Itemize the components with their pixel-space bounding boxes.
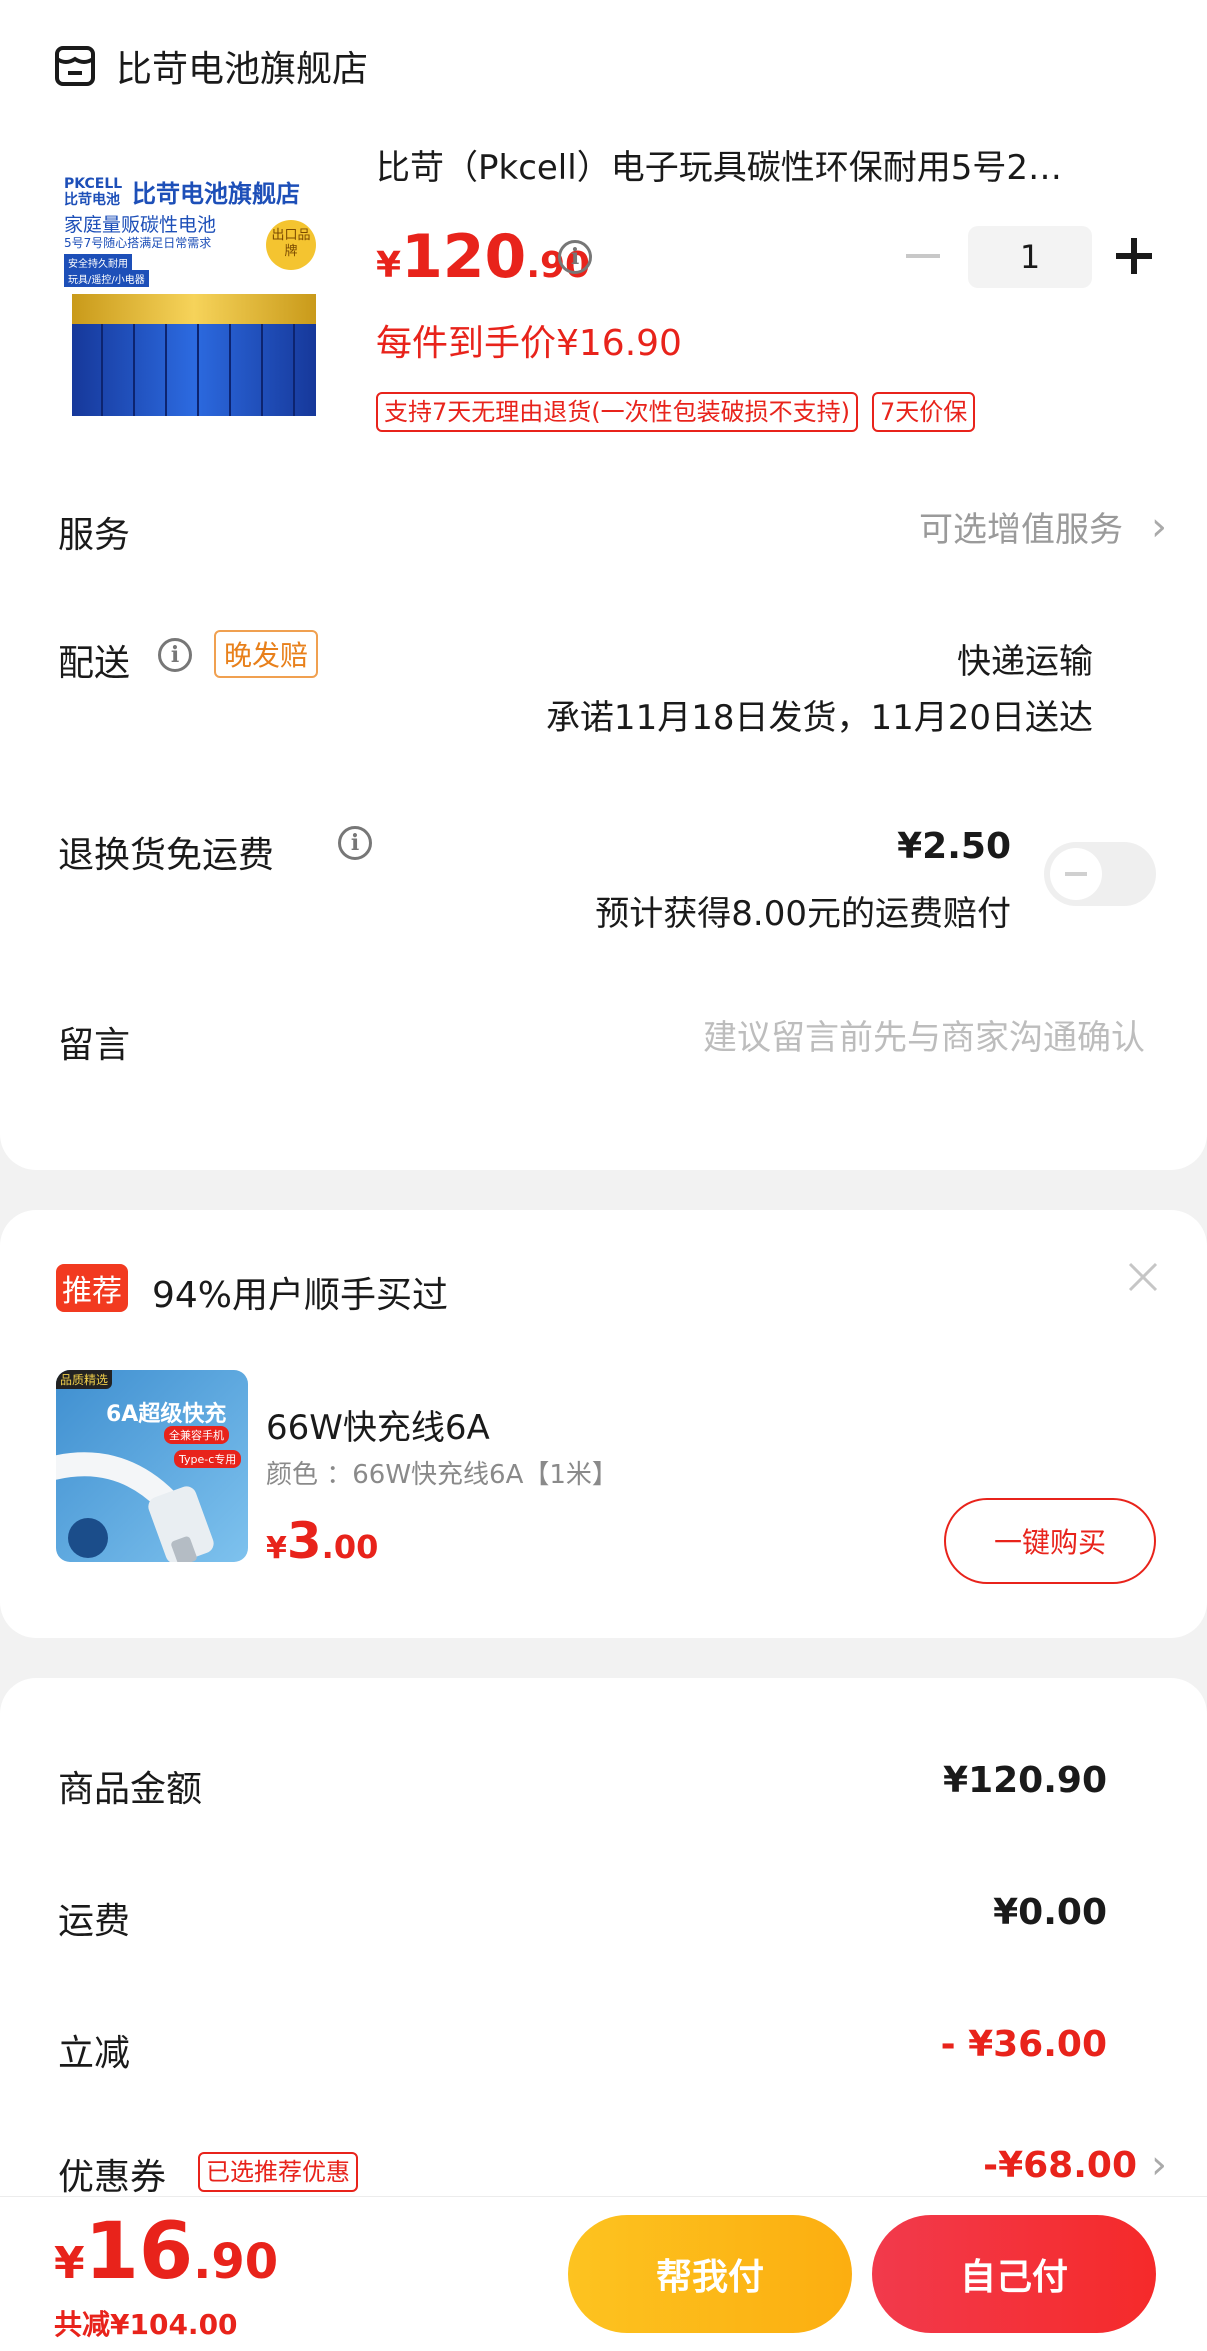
coupon-recommended-tag: 已选推荐优惠: [198, 2152, 358, 2192]
delivery-promise: 承诺11月18日发货，11月20日送达: [545, 698, 1093, 738]
late-compensation-badge: 晚发赔: [214, 630, 319, 678]
image-line2: 5号7号随心搭满足日常需求: [64, 236, 212, 250]
close-icon[interactable]: [1126, 1260, 1160, 1294]
product-tags: 支持7天无理由退货(一次性包装破损不支持) 7天价保: [376, 392, 976, 432]
image-badge: 出口品牌: [266, 220, 316, 270]
coupon-selector[interactable]: -¥68.00 ›: [983, 2142, 1167, 2188]
quantity-input[interactable]: 1: [968, 226, 1092, 288]
message-label: 留言: [58, 1025, 131, 1066]
summary-coupon-value: -¥68.00: [983, 2144, 1137, 2186]
unit-price: 每件到手价¥16.90: [376, 323, 682, 364]
delivery-info-icon[interactable]: i: [158, 638, 192, 672]
summary-shipping-label: 运费: [58, 1901, 131, 1942]
service-selector[interactable]: 可选增值服务 ›: [919, 502, 1167, 551]
cable-illustration: [56, 1452, 214, 1562]
summary-coupon-label: 优惠券: [58, 2157, 167, 2198]
order-card: 比苛电池旗舰店 PKCELL 比苛电池 比苛电池旗舰店 家庭量贩碳性电池 5号7…: [0, 0, 1207, 1170]
store-header[interactable]: 比苛电池旗舰店: [54, 38, 368, 94]
recommend-headline: 94%用户顺手买过: [152, 1275, 449, 1316]
store-icon: [54, 45, 96, 87]
return-shipping-price: ¥2.50: [897, 826, 1011, 867]
return-policy-tag: 支持7天无理由退货(一次性包装破损不支持): [376, 392, 858, 432]
summary-shipping-value: ¥0.00: [993, 1892, 1107, 1933]
return-shipping-label: 退换货免运费: [58, 835, 275, 876]
quantity-plus[interactable]: [1116, 238, 1152, 274]
total-price-symbol: ¥: [54, 2238, 85, 2289]
return-shipping-toggle[interactable]: [1044, 842, 1156, 906]
store-name: 比苛电池旗舰店: [116, 49, 369, 90]
battery-illustration: [62, 284, 324, 420]
recommend-price-dec: .00: [321, 1528, 379, 1566]
total-price: ¥ 16 .90: [54, 2207, 278, 2297]
checkout-bar: ¥ 16 .90 共减¥104.00 帮我付 自己付: [0, 2196, 1207, 2351]
image-quality-tag: 品质精选: [56, 1370, 113, 1389]
total-price-int: 16: [84, 2207, 194, 2297]
recommend-price-int: 3: [286, 1512, 322, 1570]
help-pay-button[interactable]: 帮我付: [568, 2215, 852, 2333]
toggle-knob: [1050, 848, 1102, 900]
service-label: 服务: [58, 515, 131, 556]
return-shipping-info-icon[interactable]: i: [338, 826, 372, 860]
image-title: 比苛电池旗舰店: [132, 180, 300, 208]
quantity-value: 1: [1019, 238, 1041, 276]
self-pay-button[interactable]: 自己付: [872, 2215, 1156, 2333]
return-shipping-note: 预计获得8.00元的运费赔付: [595, 894, 1011, 934]
recommend-price-symbol: ¥: [266, 1531, 287, 1566]
image-tag1: 安全持久耐用: [64, 254, 132, 271]
chevron-right-icon: ›: [1151, 2142, 1167, 2188]
image-fast-charge: 6A超级快充: [106, 1402, 227, 1427]
total-price-dec: .90: [193, 2234, 279, 2290]
plus-icon: [1116, 238, 1152, 274]
image-line1: 家庭量贩碳性电池: [64, 214, 217, 236]
total-saved: 共减¥104.00: [54, 2308, 238, 2341]
price-int: 120: [401, 222, 527, 292]
quantity-minus[interactable]: [906, 254, 940, 258]
chevron-right-icon: ›: [1151, 503, 1167, 550]
recommend-badge: 推荐: [56, 1264, 128, 1312]
summary-discount-label: 立减: [58, 2033, 131, 2074]
message-input[interactable]: [525, 1008, 1145, 1068]
recommend-item-name[interactable]: 66W快充线6A: [266, 1400, 490, 1449]
summary-discount-value: - ¥36.00: [940, 2024, 1107, 2065]
service-value: 可选增值服务: [919, 510, 1123, 550]
product-title[interactable]: 比苛（Pkcell）电子玩具碳性环保耐用5号2…: [376, 140, 1156, 189]
summary-goods-label: 商品金额: [58, 1769, 203, 1810]
price-protect-tag: 7天价保: [872, 392, 976, 432]
product-image[interactable]: PKCELL 比苛电池 比苛电池旗舰店 家庭量贩碳性电池 5号7号随心搭满足日常…: [62, 174, 324, 420]
recommend-item-image[interactable]: 品质精选 6A超级快充 全兼容手机 Type-c专用: [56, 1370, 248, 1562]
delivery-label: 配送: [58, 643, 131, 684]
recommend-item-spec: 颜色 ：66W快充线6A【1米】: [266, 1460, 618, 1490]
recommend-card: 推荐 94%用户顺手买过 品质精选 6A超级快充 全兼容手机 Type-c专用 …: [0, 1210, 1207, 1638]
recommend-item-price: ¥ 3 .00: [266, 1512, 378, 1570]
summary-goods-value: ¥120.90: [943, 1760, 1107, 1801]
one-click-buy-button[interactable]: 一键购买: [944, 1498, 1156, 1584]
price-info-icon[interactable]: i: [558, 240, 592, 274]
image-brand-tag: PKCELL 比苛电池: [64, 176, 123, 208]
price-symbol: ¥: [376, 245, 402, 286]
delivery-method[interactable]: 快递运输: [957, 634, 1093, 683]
